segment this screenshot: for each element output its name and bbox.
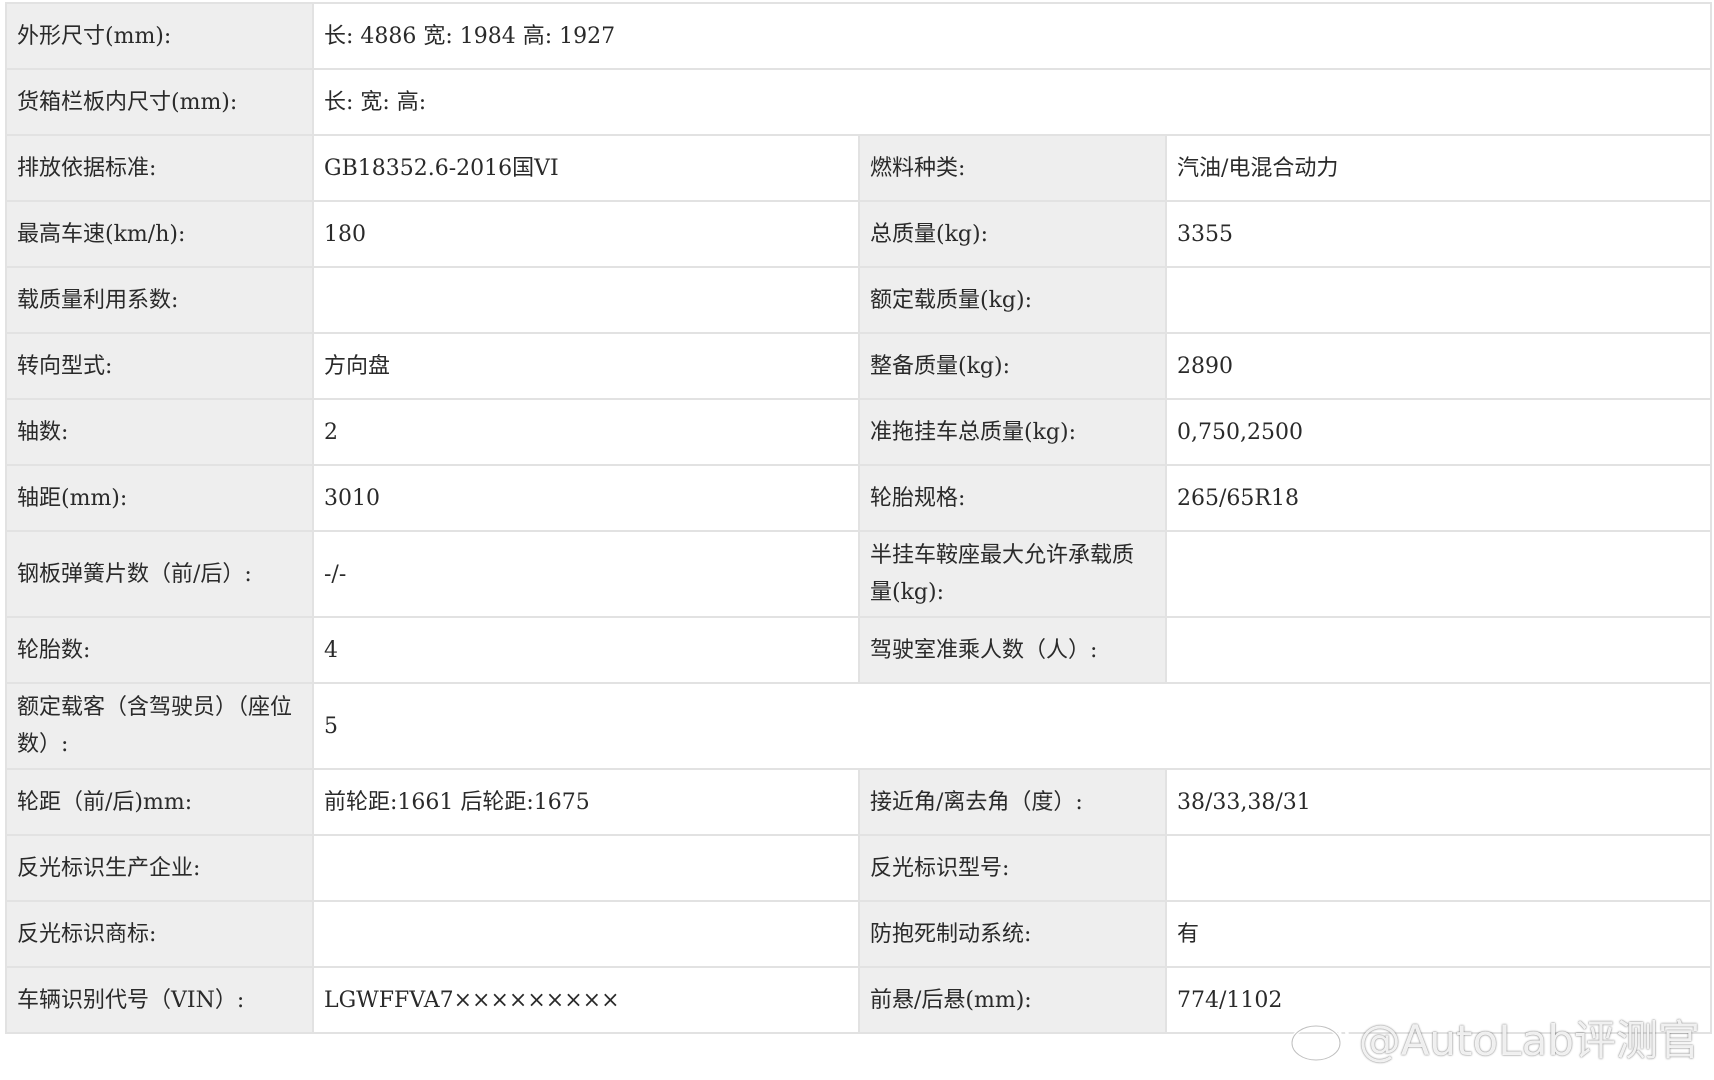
table-row: 反光标识商标: 防抱死制动系统: 有 [5,900,1712,968]
gross-label: 总质量(kg): [858,200,1167,268]
saddle-label: 半挂车鞍座最大允许承载质量(kg): [858,530,1167,618]
tire-spec-value: 265/65R18 [1165,464,1712,532]
dims-value: 长: 4886 宽: 1984 高: 1927 [312,2,1712,70]
cargo-label: 货箱栏板内尺寸(mm): [5,68,314,136]
vehicle-spec-table: 外形尺寸(mm): 长: 4886 宽: 1984 高: 1927 货箱栏板内尺… [5,2,1712,1034]
trailer-value: 0,750,2500 [1165,398,1712,466]
vin-label: 车辆识别代号（VIN）: [5,966,314,1034]
table-row: 轮胎数: 4 驾驶室准乘人数（人）: [5,616,1712,684]
steering-label: 转向型式: [5,332,314,400]
reflect-brand-label: 反光标识商标: [5,900,314,968]
weibo-icon [1289,1010,1353,1064]
wheelbase-value: 3010 [312,464,860,532]
speed-label: 最高车速(km/h): [5,200,314,268]
table-row: 钢板弹簧片数（前/后）: -/- 半挂车鞍座最大允许承载质量(kg): [5,530,1712,618]
angle-label: 接近角/离去角（度）: [858,768,1167,836]
track-label: 轮距（前/后)mm: [5,768,314,836]
saddle-value [1165,530,1712,618]
axles-label: 轴数: [5,398,314,466]
reflect-maker-value [312,834,860,902]
curb-label: 整备质量(kg): [858,332,1167,400]
table-row: 轮距（前/后)mm: 前轮距:1661 后轮距:1675 接近角/离去角（度）:… [5,768,1712,836]
reflect-model-value [1165,834,1712,902]
reflect-maker-label: 反光标识生产企业: [5,834,314,902]
vin-value: LGWFFVA7××××××××× [312,966,860,1034]
emission-value: GB18352.6-2016国VI [312,134,860,202]
load-util-value [312,266,860,334]
tire-spec-label: 轮胎规格: [858,464,1167,532]
abs-label: 防抱死制动系统: [858,900,1167,968]
angle-value: 38/33,38/31 [1165,768,1712,836]
tires-value: 4 [312,616,860,684]
passengers-value: 5 [312,682,1712,770]
fuel-value: 汽油/电混合动力 [1165,134,1712,202]
table-row: 外形尺寸(mm): 长: 4886 宽: 1984 高: 1927 [5,2,1712,70]
cab-value [1165,616,1712,684]
emission-label: 排放依据标准: [5,134,314,202]
rated-load-value [1165,266,1712,334]
cargo-value: 长: 宽: 高: [312,68,1712,136]
wheelbase-label: 轴距(mm): [5,464,314,532]
fuel-label: 燃料种类: [858,134,1167,202]
load-util-label: 载质量利用系数: [5,266,314,334]
tires-label: 轮胎数: [5,616,314,684]
table-row: 反光标识生产企业: 反光标识型号: [5,834,1712,902]
curb-value: 2890 [1165,332,1712,400]
spring-label: 钢板弹簧片数（前/后）: [5,530,314,618]
gross-value: 3355 [1165,200,1712,268]
table-row: 载质量利用系数: 额定载质量(kg): [5,266,1712,334]
watermark-text: @AutoLab评测官 [1358,1015,1700,1065]
table-row: 最高车速(km/h): 180 总质量(kg): 3355 [5,200,1712,268]
axles-value: 2 [312,398,860,466]
dims-label: 外形尺寸(mm): [5,2,314,70]
table-row: 排放依据标准: GB18352.6-2016国VI 燃料种类: 汽油/电混合动力 [5,134,1712,202]
table-row: 轴距(mm): 3010 轮胎规格: 265/65R18 [5,464,1712,532]
passengers-label: 额定载客（含驾驶员）（座位数）: [5,682,314,770]
abs-value: 有 [1165,900,1712,968]
rated-load-label: 额定载质量(kg): [858,266,1167,334]
reflect-brand-value [312,900,860,968]
table-row: 轴数: 2 准拖挂车总质量(kg): 0,750,2500 [5,398,1712,466]
reflect-model-label: 反光标识型号: [858,834,1167,902]
table-row: 额定载客（含驾驶员）（座位数）: 5 [5,682,1712,770]
watermark: @AutoLab评测官 [1289,1008,1700,1066]
speed-value: 180 [312,200,860,268]
table-row: 转向型式: 方向盘 整备质量(kg): 2890 [5,332,1712,400]
spring-value: -/- [312,530,860,618]
table-row: 货箱栏板内尺寸(mm): 长: 宽: 高: [5,68,1712,136]
overhang-label: 前悬/后悬(mm): [858,966,1167,1034]
trailer-label: 准拖挂车总质量(kg): [858,398,1167,466]
cab-label: 驾驶室准乘人数（人）: [858,616,1167,684]
steering-value: 方向盘 [312,332,860,400]
track-value: 前轮距:1661 后轮距:1675 [312,768,860,836]
